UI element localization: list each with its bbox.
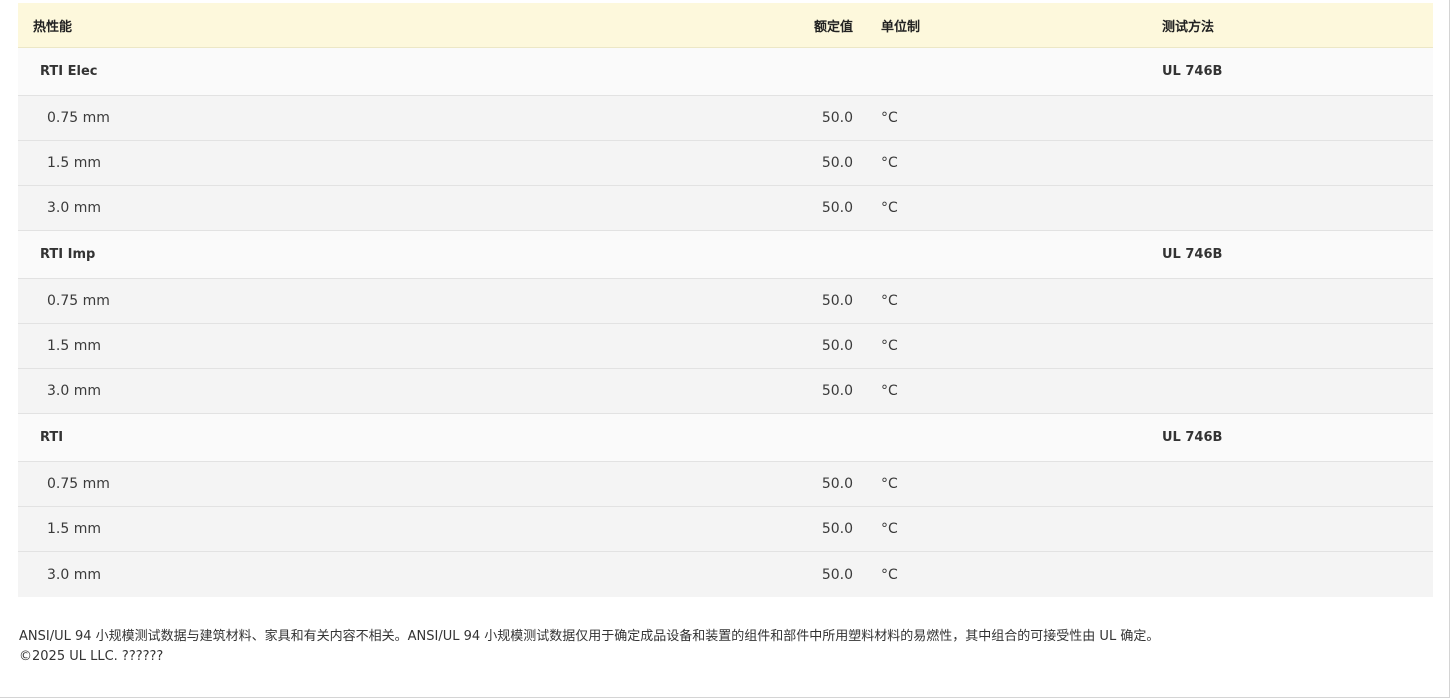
footer: ANSI/UL 94 小规模测试数据与建筑材料、家具和有关内容不相关。ANSI/…	[19, 627, 1159, 667]
table-row: 1.5 mm 50.0 °C	[18, 507, 1433, 552]
row-thickness: 3.0 mm	[47, 383, 101, 399]
group-method: UL 746B	[1162, 430, 1223, 445]
group-name: RTI Elec	[40, 64, 98, 79]
row-value: 50.0	[821, 476, 853, 492]
row-thickness: 3.0 mm	[47, 566, 101, 583]
group-name: RTI	[40, 430, 64, 445]
row-thickness: 1.5 mm	[47, 155, 101, 171]
table-row: 3.0 mm 50.0 °C	[18, 186, 1433, 231]
row-value: 50.0	[821, 566, 853, 583]
thermal-properties-table: 热性能 额定值 单位制 测试方法 RTI Elec UL 746B 0.75 m…	[18, 3, 1433, 597]
table-row: 3.0 mm 50.0 °C	[18, 369, 1433, 414]
table-row: 3.0 mm 50.0 °C	[18, 552, 1433, 597]
row-thickness: 3.0 mm	[47, 200, 101, 216]
table-row: 0.75 mm 50.0 °C	[18, 96, 1433, 141]
row-unit: °C	[881, 521, 898, 537]
row-unit: °C	[881, 338, 898, 354]
group-row-rti-imp: RTI Imp UL 746B	[18, 231, 1433, 279]
row-unit: °C	[881, 566, 898, 583]
table-row: 0.75 mm 50.0 °C	[18, 279, 1433, 324]
row-unit: °C	[881, 110, 898, 126]
row-unit: °C	[881, 155, 898, 171]
group-row-rti-elec: RTI Elec UL 746B	[18, 48, 1433, 96]
table-row: 0.75 mm 50.0 °C	[18, 462, 1433, 507]
group-row-rti: RTI UL 746B	[18, 414, 1433, 462]
row-value: 50.0	[821, 293, 853, 309]
table-header-row: 热性能 额定值 单位制 测试方法	[18, 3, 1433, 48]
header-property: 热性能	[33, 19, 73, 35]
row-unit: °C	[881, 200, 898, 216]
group-name: RTI Imp	[40, 247, 96, 262]
row-value: 50.0	[821, 338, 853, 354]
footer-disclaimer: ANSI/UL 94 小规模测试数据与建筑材料、家具和有关内容不相关。ANSI/…	[19, 629, 1160, 644]
header-method: 测试方法	[1162, 19, 1215, 35]
row-value: 50.0	[821, 200, 853, 216]
group-method: UL 746B	[1162, 64, 1223, 79]
row-thickness: 0.75 mm	[47, 476, 110, 492]
row-thickness: 1.5 mm	[47, 521, 101, 537]
row-unit: °C	[881, 293, 898, 309]
table-row: 1.5 mm 50.0 °C	[18, 141, 1433, 186]
row-value: 50.0	[821, 383, 853, 399]
row-value: 50.0	[821, 155, 853, 171]
row-thickness: 1.5 mm	[47, 338, 101, 354]
group-method: UL 746B	[1162, 247, 1223, 262]
row-unit: °C	[881, 383, 898, 399]
row-value: 50.0	[821, 521, 853, 537]
header-unit: 单位制	[881, 19, 921, 35]
row-unit: °C	[881, 476, 898, 492]
row-thickness: 0.75 mm	[47, 293, 110, 309]
footer-copyright: ©2025 UL LLC. ??????	[19, 649, 164, 664]
table-row: 1.5 mm 50.0 °C	[18, 324, 1433, 369]
header-value: 额定值	[813, 19, 853, 35]
row-value: 50.0	[821, 110, 853, 126]
row-thickness: 0.75 mm	[47, 110, 110, 126]
